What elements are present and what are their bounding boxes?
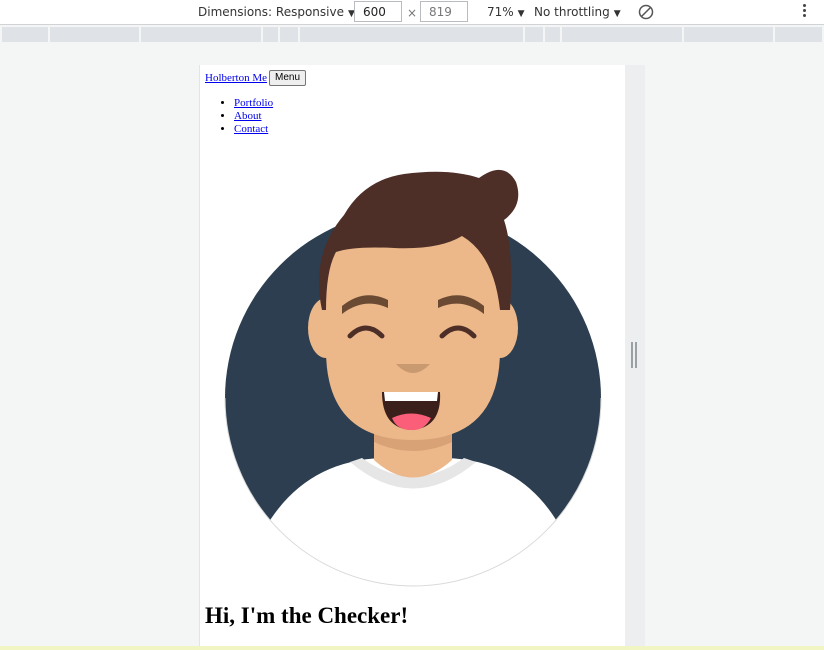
media-query-segment[interactable]	[684, 27, 773, 42]
width-input[interactable]: 600	[354, 1, 402, 22]
times-symbol: ×	[407, 6, 418, 20]
rotate-icon[interactable]	[637, 3, 655, 21]
throttling-dropdown[interactable]: No throttling ▼	[534, 5, 621, 21]
dropdown-caret-icon: ▼	[613, 9, 621, 19]
media-query-segment[interactable]	[562, 27, 682, 42]
media-query-segment[interactable]	[775, 27, 822, 42]
media-query-segment[interactable]	[50, 27, 139, 42]
nav-item-portfolio: Portfolio	[234, 97, 273, 110]
dimensions-dropdown[interactable]: Dimensions: Responsive ▼	[198, 5, 355, 21]
resize-handle-icon[interactable]	[631, 342, 638, 368]
media-query-segment[interactable]	[300, 27, 523, 42]
nav-link-portfolio[interactable]: Portfolio	[234, 97, 273, 109]
dropdown-caret-icon: ▼	[517, 9, 525, 19]
nav-link-contact[interactable]: Contact	[234, 123, 268, 135]
zoom-dropdown[interactable]: 71% ▼	[487, 5, 525, 21]
site-header: Holberton Me Menu	[205, 70, 307, 86]
media-query-segment[interactable]	[545, 27, 560, 42]
zoom-label: 71%	[487, 5, 514, 19]
menu-button[interactable]: Menu	[269, 70, 307, 86]
height-input[interactable]: 819	[420, 1, 468, 22]
device-viewport: Holberton Me Menu Portfolio About Contac…	[199, 65, 625, 650]
brand-link[interactable]: Holberton Me	[205, 72, 267, 84]
media-query-segment[interactable]	[525, 27, 543, 42]
media-query-segment[interactable]	[141, 27, 261, 42]
kebab-menu-icon[interactable]	[801, 3, 807, 21]
media-query-bar	[0, 26, 824, 43]
media-query-segment[interactable]	[280, 27, 298, 42]
throttling-label: No throttling	[534, 5, 610, 19]
nav-item-about: About	[234, 110, 273, 123]
nav-link-about[interactable]: About	[234, 110, 262, 122]
nav-list: Portfolio About Contact	[221, 97, 273, 136]
avatar-illustration	[224, 169, 602, 587]
bottom-bar	[0, 646, 824, 650]
device-toolbar: Dimensions: Responsive ▼ 600 × 819 71% ▼ N…	[0, 0, 824, 25]
media-query-segment[interactable]	[2, 27, 48, 42]
media-query-segment[interactable]	[263, 27, 278, 42]
nav-item-contact: Contact	[234, 123, 273, 136]
dimensions-label: Dimensions: Responsive	[198, 5, 344, 19]
hero-heading: Hi, I'm the Checker!	[205, 603, 409, 628]
